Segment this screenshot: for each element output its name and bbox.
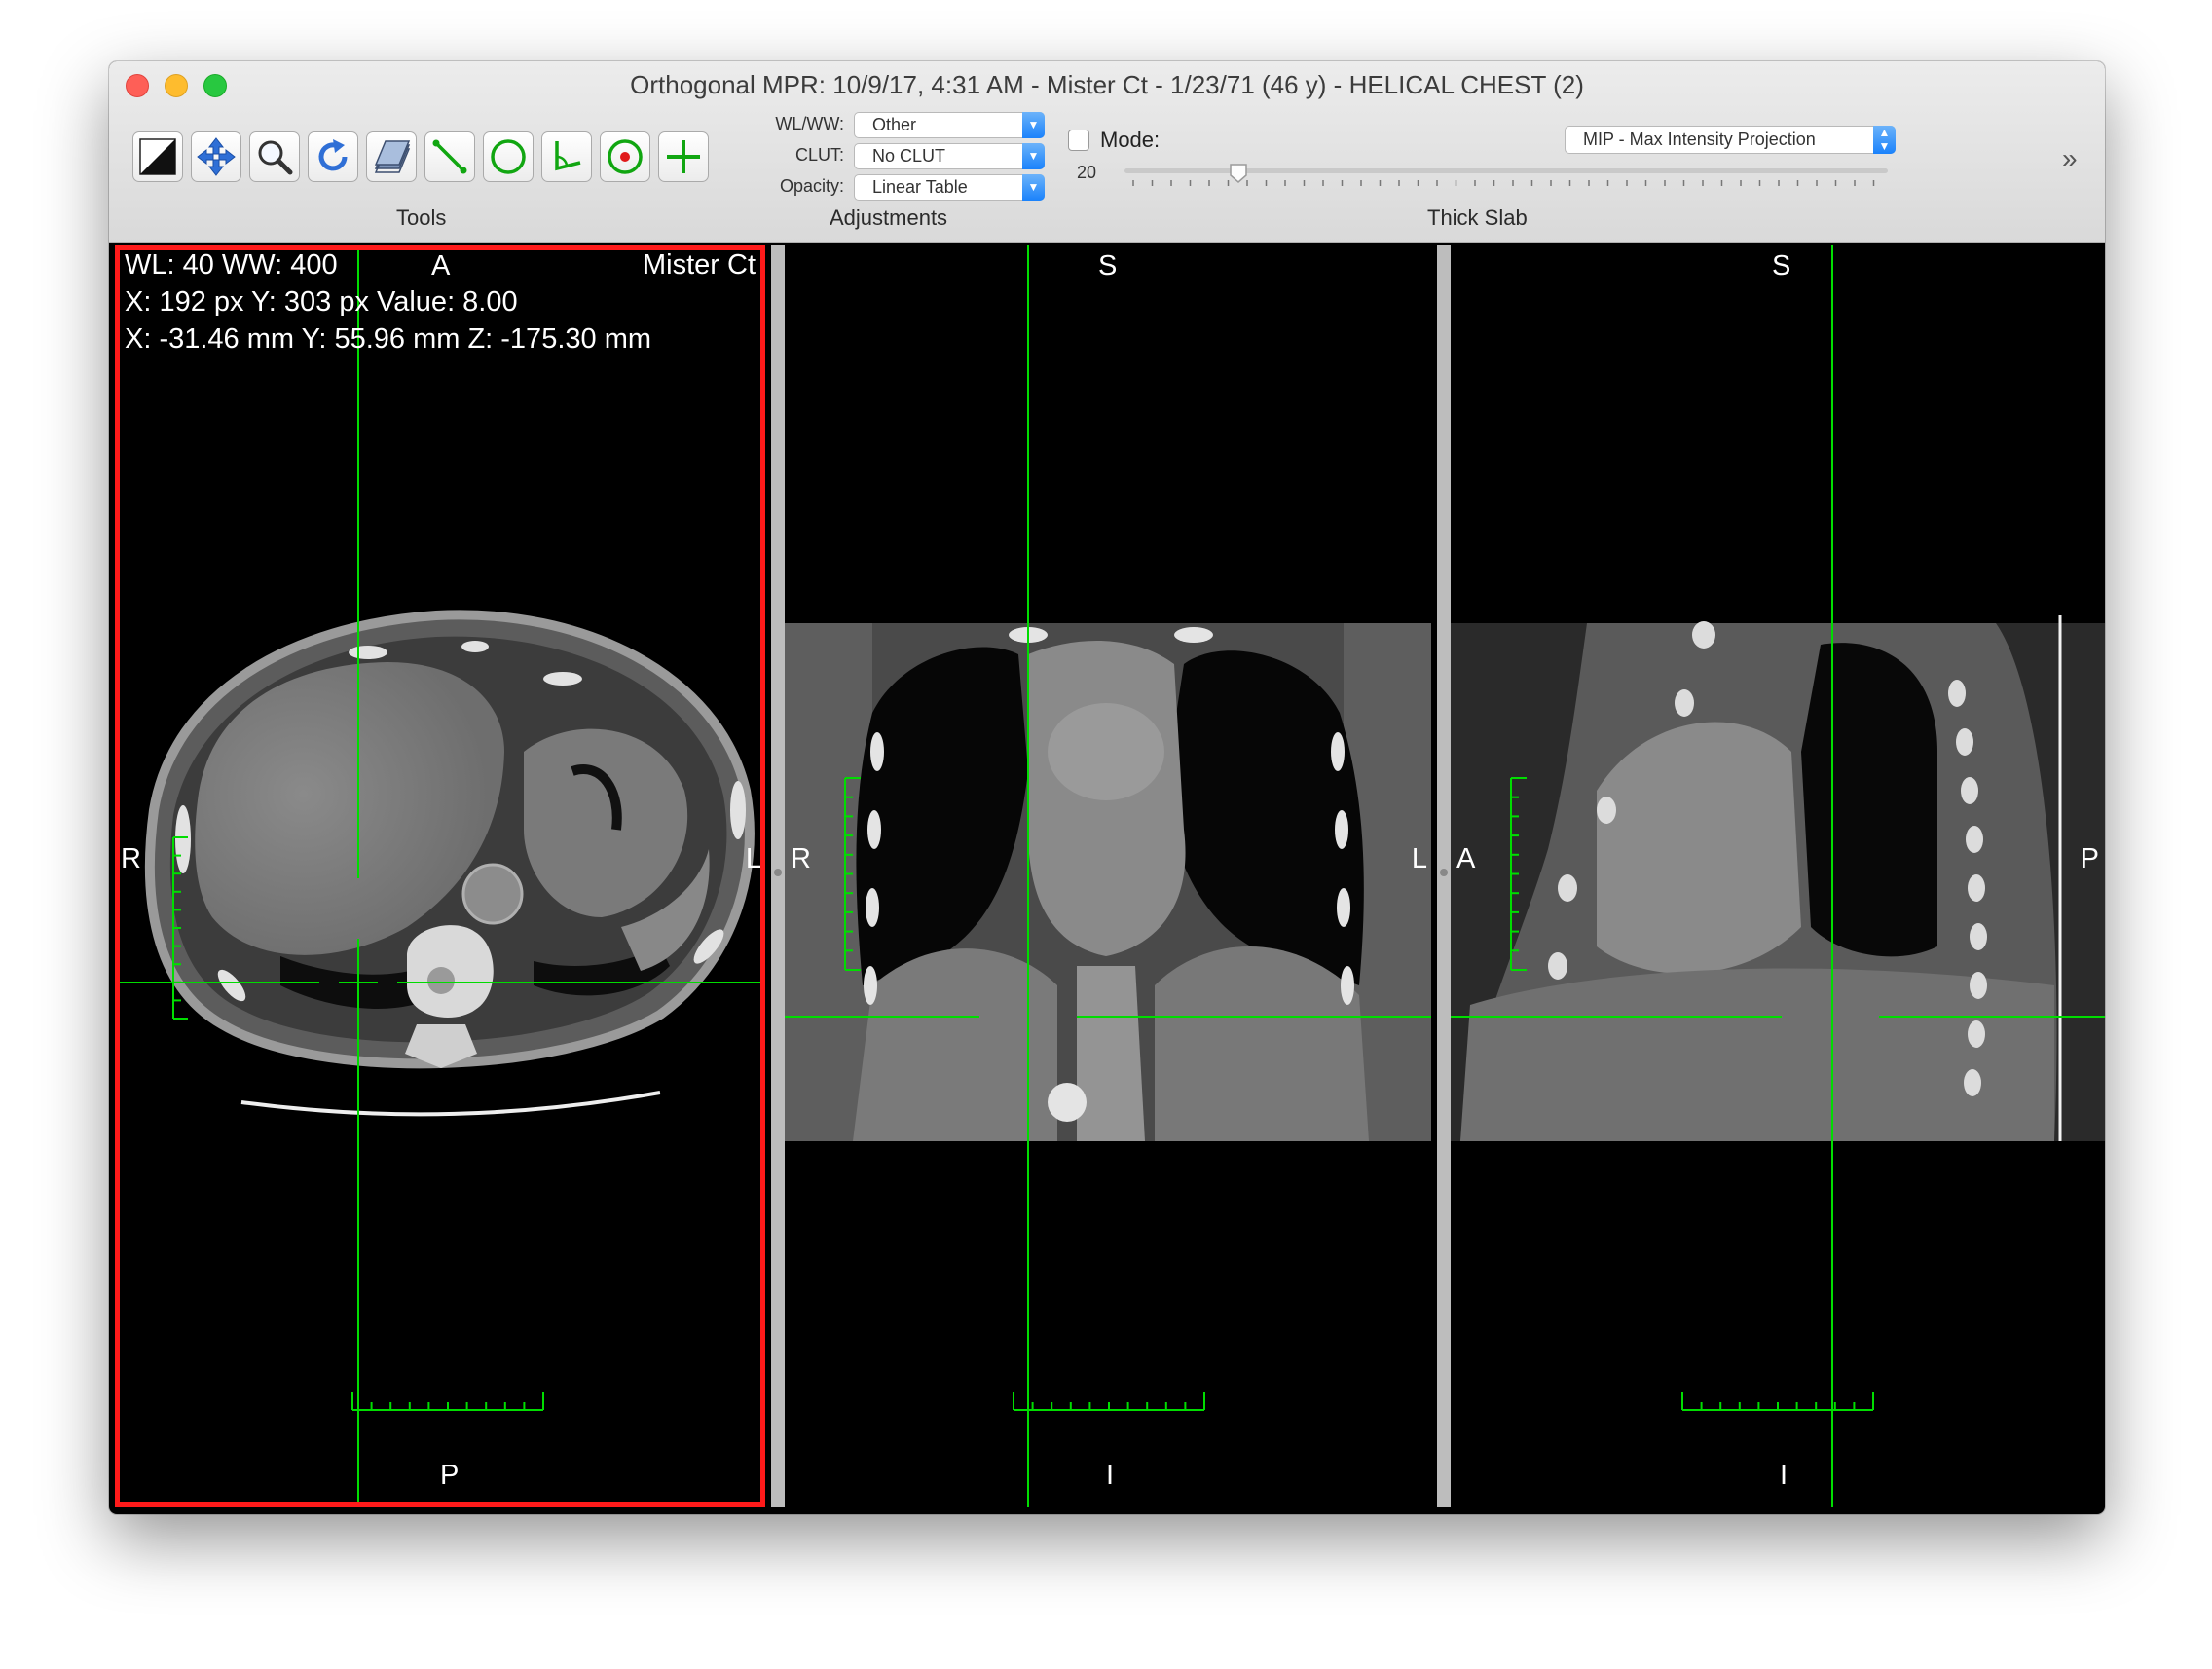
window-title: Orthogonal MPR: 10/9/17, 4:31 AM - Miste… — [630, 70, 1584, 99]
wlww-value: Other — [872, 115, 917, 134]
move-icon — [197, 137, 236, 176]
coronal-orient-bottom: I — [1106, 1460, 1115, 1491]
zoom-icon — [258, 140, 293, 175]
coronal-viewport[interactable]: S R L I — [785, 245, 1431, 1507]
opacity-value: Linear Table — [872, 177, 968, 197]
sagittal-orient-bottom: I — [1780, 1460, 1788, 1491]
adjustments-group-label: Adjustments — [830, 205, 948, 230]
thick-slab-group-label: Thick Slab — [1427, 205, 1528, 230]
viewport-splitter[interactable] — [1437, 245, 1451, 1507]
viewport-splitter[interactable] — [771, 245, 785, 1507]
coronal-orient-top: S — [1098, 250, 1118, 281]
chevron-down-icon: ▼ — [1022, 143, 1045, 169]
scroll-stack-icon — [374, 140, 411, 173]
coronal-ct-image — [785, 245, 1431, 1507]
angle-icon — [555, 141, 581, 171]
angle-tool-button[interactable] — [541, 131, 592, 182]
scroll-stack-tool-button[interactable] — [366, 131, 417, 182]
length-tool-button[interactable] — [424, 131, 475, 182]
toolbar-overflow-button[interactable]: » — [2062, 143, 2078, 174]
opacity-popup[interactable]: Linear Table ▼ — [854, 174, 1045, 201]
mode-checkbox[interactable] — [1068, 130, 1089, 151]
tools-group-label: Tools — [396, 205, 447, 230]
clut-value: No CLUT — [872, 146, 946, 166]
coronal-orient-left: R — [791, 843, 811, 874]
oval-roi-tool-button[interactable] — [483, 131, 534, 182]
window-level-tool-button[interactable] — [132, 131, 183, 182]
splitter-grip[interactable] — [1440, 869, 1448, 876]
oval-roi-icon — [491, 139, 526, 174]
slider-ticks — [1132, 180, 1875, 186]
mode-value: MIP - Max Intensity Projection — [1583, 130, 1816, 149]
opacity-label: Opacity: — [779, 176, 844, 196]
clut-label: CLUT: — [794, 145, 844, 165]
rotate-icon — [318, 139, 348, 171]
axial-viewport[interactable]: WL: 40 WW: 400 A Mister Ct X: 192 px Y: … — [115, 245, 765, 1507]
mode-label: Mode: — [1100, 128, 1161, 152]
sagittal-orient-left: A — [1456, 843, 1476, 874]
clut-popup[interactable]: No CLUT ▼ — [854, 143, 1045, 169]
point-roi-tool-button[interactable] — [600, 131, 650, 182]
sagittal-orient-top: S — [1772, 250, 1791, 281]
updown-chevron-icon: ▲ ▼ — [1873, 126, 1896, 154]
sagittal-ct-image — [1451, 245, 2105, 1507]
move-tool-button[interactable] — [191, 131, 241, 182]
slab-thickness-value: 20 — [1077, 163, 1097, 182]
mpr-window: Orthogonal MPR: 10/9/17, 4:31 AM - Miste… — [109, 61, 2105, 1514]
chevron-down-icon: ▼ — [1022, 112, 1045, 138]
length-icon — [432, 139, 467, 174]
selected-viewport-border — [115, 245, 765, 1507]
coronal-orient-right: L — [1411, 843, 1427, 874]
point-roi-icon — [608, 139, 643, 174]
mode-popup[interactable]: MIP - Max Intensity Projection ▲ ▼ — [1565, 126, 1896, 154]
toolbar: Orthogonal MPR: 10/9/17, 4:31 AM - Miste… — [109, 61, 2105, 243]
rotate-tool-button[interactable] — [308, 131, 358, 182]
sagittal-viewport[interactable]: S A P I — [1451, 245, 2105, 1507]
zoom-tool-button[interactable] — [249, 131, 300, 182]
splitter-grip[interactable] — [774, 869, 782, 876]
chevron-down-icon: ▼ — [1022, 174, 1045, 201]
sagittal-orient-right: P — [2080, 843, 2099, 874]
wlww-label: WL/WW: — [775, 114, 844, 133]
window-level-icon — [139, 138, 176, 175]
wlww-popup[interactable]: Other ▼ — [854, 112, 1045, 138]
